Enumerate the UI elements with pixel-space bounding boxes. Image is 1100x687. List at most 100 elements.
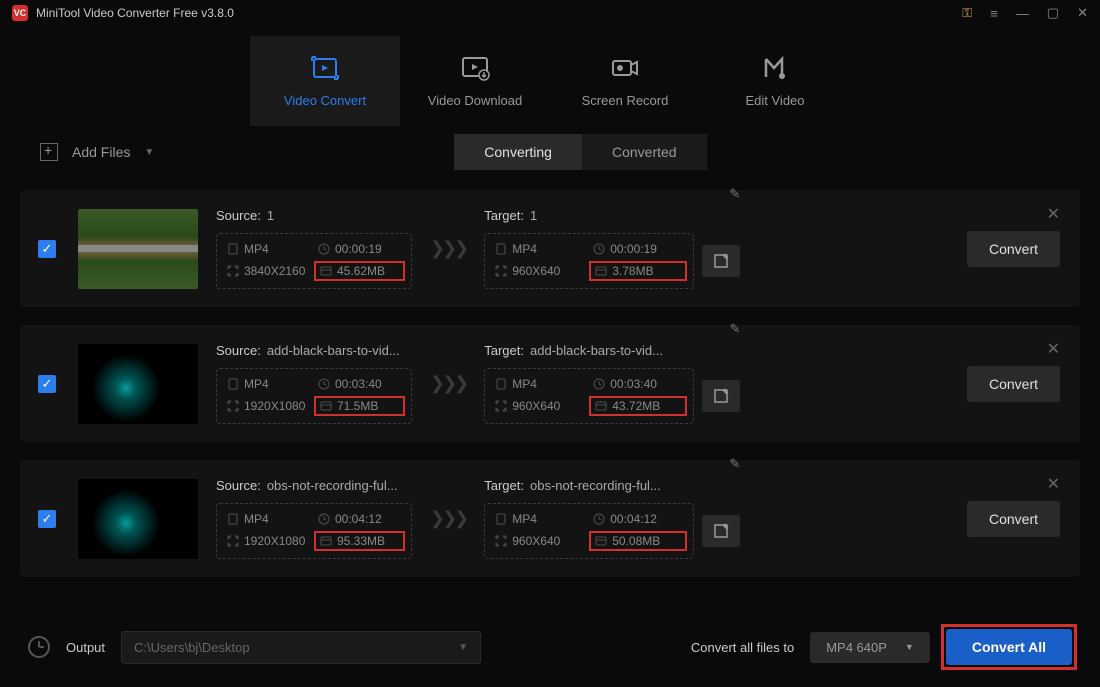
output-label: Output [66, 640, 105, 655]
target-box: MP4 00:04:12 960X640 50.08MB [484, 503, 694, 559]
add-files-button[interactable]: Add Files ▼ [40, 143, 154, 161]
schedule-icon[interactable] [28, 636, 50, 658]
effects-button[interactable] [702, 515, 740, 547]
effects-button[interactable] [702, 380, 740, 412]
source-duration: 00:03:40 [318, 377, 401, 391]
convert-all-button[interactable]: Convert All [946, 629, 1072, 665]
target-duration: 00:03:40 [593, 377, 683, 391]
tab-label: Video Download [428, 93, 522, 108]
convert-button[interactable]: Convert [967, 366, 1060, 402]
tab-converting[interactable]: Converting [454, 134, 582, 170]
titlebar: VC MiniTool Video Converter Free v3.8.0 … [0, 0, 1100, 26]
arrow-icon: ❯❯❯ [430, 238, 466, 259]
remove-item-icon[interactable]: ✕ [1047, 339, 1060, 359]
app-title: MiniTool Video Converter Free v3.8.0 [36, 6, 234, 20]
source-duration: 00:04:12 [318, 512, 401, 526]
remove-item-icon[interactable]: ✕ [1047, 204, 1060, 224]
target-title: Target:add-black-bars-to-vid... [484, 343, 740, 358]
add-files-label: Add Files [72, 144, 130, 160]
edit-icon[interactable]: ✎ [729, 321, 740, 337]
remove-item-icon[interactable]: ✕ [1047, 474, 1060, 494]
item-info: Source:add-black-bars-to-vid... MP4 00:0… [216, 343, 967, 424]
source-format: MP4 [227, 512, 310, 526]
source-size: 95.33MB [314, 531, 405, 551]
footer: Output C:\Users\bj\Desktop ▼ Convert all… [0, 619, 1100, 675]
tab-video-download[interactable]: Video Download [400, 36, 550, 126]
convert-all-label: Convert all files to [691, 640, 794, 655]
effects-button[interactable] [702, 245, 740, 277]
format-selector[interactable]: MP4 640P ▼ [810, 632, 930, 663]
thumbnail [78, 344, 198, 424]
source-resolution: 1920X1080 [227, 397, 310, 415]
arrow-icon: ❯❯❯ [430, 373, 466, 394]
edit-icon[interactable]: ✎ [729, 186, 740, 202]
chevron-down-icon: ▼ [905, 642, 914, 652]
edit-icon [760, 55, 790, 81]
target-resolution: 960X640 [495, 532, 585, 550]
source-title: Source:1 [216, 208, 412, 223]
source-size: 45.62MB [314, 261, 405, 281]
source-title: Source:obs-not-recording-ful... [216, 478, 412, 493]
thumbnail [78, 479, 198, 559]
target-size: 43.72MB [589, 396, 687, 416]
chevron-down-icon: ▼ [458, 642, 468, 653]
arrow-icon: ❯❯❯ [430, 508, 466, 529]
status-tabs: Converting Converted [454, 134, 706, 170]
output-path-selector[interactable]: C:\Users\bj\Desktop ▼ [121, 631, 481, 664]
target-title: Target:1 [484, 208, 740, 223]
list-item: ✓ Source:1 MP4 00:00:19 3840X2160 45.62M… [20, 190, 1080, 307]
record-icon [610, 55, 640, 81]
source-box: MP4 00:03:40 1920X1080 71.5MB [216, 368, 412, 424]
maximize-icon[interactable]: ▢ [1047, 5, 1059, 21]
convert-icon [310, 55, 340, 81]
convert-button[interactable]: Convert [967, 501, 1060, 537]
app-logo-icon: VC [12, 5, 28, 21]
highlight-box: Convert All [941, 624, 1077, 670]
target-box: MP4 00:03:40 960X640 43.72MB [484, 368, 694, 424]
edit-icon[interactable]: ✎ [729, 456, 740, 472]
conversion-list: ✓ Source:1 MP4 00:00:19 3840X2160 45.62M… [0, 178, 1100, 628]
tab-label: Screen Record [582, 93, 669, 108]
source-format: MP4 [227, 242, 310, 256]
target-box: MP4 00:00:19 960X640 3.78MB [484, 233, 694, 289]
add-files-icon [40, 143, 58, 161]
list-item: ✓ Source:obs-not-recording-ful... MP4 00… [20, 460, 1080, 577]
main-tabs: Video Convert Video Download Screen Reco… [0, 26, 1100, 126]
minimize-icon[interactable]: — [1016, 6, 1029, 21]
titlebar-left: VC MiniTool Video Converter Free v3.8.0 [12, 5, 234, 21]
source-size: 71.5MB [314, 396, 405, 416]
target-format: MP4 [495, 242, 585, 256]
item-checkbox[interactable]: ✓ [38, 375, 56, 393]
target-title: Target:obs-not-recording-ful... [484, 478, 740, 493]
source-box: MP4 00:00:19 3840X2160 45.62MB [216, 233, 412, 289]
menu-icon[interactable]: ≡ [990, 6, 998, 21]
tab-label: Video Convert [284, 93, 366, 108]
target-resolution: 960X640 [495, 397, 585, 415]
output-path-value: C:\Users\bj\Desktop [134, 640, 250, 655]
item-checkbox[interactable]: ✓ [38, 240, 56, 258]
source-title: Source:add-black-bars-to-vid... [216, 343, 412, 358]
tab-edit-video[interactable]: Edit Video [700, 36, 850, 126]
chevron-down-icon: ▼ [144, 147, 154, 158]
item-info: Source:obs-not-recording-ful... MP4 00:0… [216, 478, 967, 559]
target-format: MP4 [495, 512, 585, 526]
source-duration: 00:00:19 [318, 242, 401, 256]
target-size: 50.08MB [589, 531, 687, 551]
tab-screen-record[interactable]: Screen Record [550, 36, 700, 126]
download-icon [460, 55, 490, 81]
convert-button[interactable]: Convert [967, 231, 1060, 267]
tab-label: Edit Video [745, 93, 804, 108]
close-icon[interactable]: ✕ [1077, 5, 1088, 21]
source-box: MP4 00:04:12 1920X1080 95.33MB [216, 503, 412, 559]
target-resolution: 960X640 [495, 262, 585, 280]
key-icon[interactable]: ⚿ [962, 5, 972, 21]
item-info: Source:1 MP4 00:00:19 3840X2160 45.62MB … [216, 208, 967, 289]
item-checkbox[interactable]: ✓ [38, 510, 56, 528]
list-item: ✓ Source:add-black-bars-to-vid... MP4 00… [20, 325, 1080, 442]
target-size: 3.78MB [589, 261, 687, 281]
tab-video-convert[interactable]: Video Convert [250, 36, 400, 126]
source-resolution: 1920X1080 [227, 532, 310, 550]
target-duration: 00:00:19 [593, 242, 683, 256]
target-format: MP4 [495, 377, 585, 391]
tab-converted[interactable]: Converted [582, 134, 707, 170]
